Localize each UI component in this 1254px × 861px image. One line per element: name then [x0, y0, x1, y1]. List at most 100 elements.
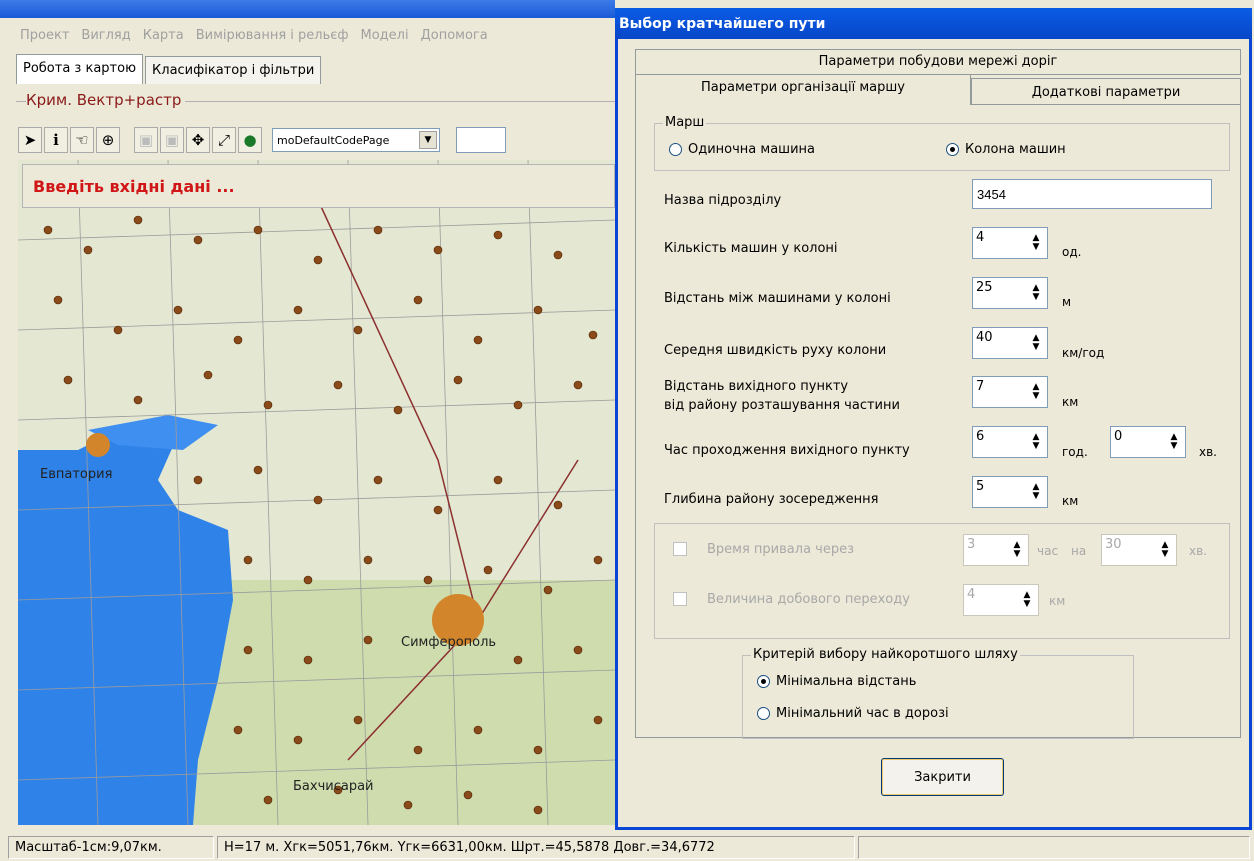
- speed-spinner[interactable]: 40 ▲ ▼: [972, 327, 1048, 359]
- rest-hours-unit: час: [1037, 544, 1059, 558]
- pointer-icon[interactable]: ➤: [18, 127, 42, 153]
- daily-label: Величина добового переходу: [707, 592, 910, 607]
- map-group: Крим. Вектр+растр: [16, 91, 615, 115]
- rest-label: Время привала через: [707, 542, 855, 557]
- zoom-out-arrows-icon[interactable]: ⤢: [212, 127, 236, 153]
- menu-map[interactable]: Карта: [137, 28, 190, 43]
- start-distance-label-1: Відстань вихідного пункту: [664, 379, 849, 394]
- radio-min-distance-label: Мінімальна відстань: [776, 674, 917, 689]
- start-time-minutes-unit: хв.: [1199, 445, 1217, 459]
- daily-checkbox[interactable]: [673, 592, 687, 606]
- distance-unit: м: [1062, 295, 1072, 309]
- rest-hours-value: 3: [967, 537, 976, 552]
- start-distance-spinner[interactable]: 7 ▲ ▼: [972, 376, 1048, 408]
- status-banner-text: Введіть вхідні дані ...: [33, 177, 235, 196]
- vehicles-value: 4: [976, 230, 985, 245]
- spin-arrows-icon[interactable]: ▲ ▼: [1163, 427, 1185, 457]
- criterion-group: Критерій вибору найкоротшого шляху Мінім…: [742, 647, 1134, 739]
- vehicles-spinner[interactable]: 4 ▲ ▼: [972, 227, 1048, 259]
- rest-minutes-spinner[interactable]: 30 ▲ ▼: [1101, 534, 1177, 566]
- menu-measure-relief[interactable]: Вимірювання і рельєф: [190, 28, 355, 43]
- speed-label: Середня швидкість руху колони: [664, 343, 887, 358]
- spin-arrows-icon[interactable]: ▲ ▼: [1006, 535, 1028, 565]
- zoom-box-out-icon[interactable]: ▣: [160, 127, 184, 153]
- start-distance-value: 7: [976, 379, 985, 394]
- unit-name-input[interactable]: [972, 179, 1212, 209]
- map-toolbar: ➤ i ☜ ⊕ ▣ ▣ ✥ ⤢ ● moDefaultCodePage ▼: [18, 124, 615, 156]
- spin-arrows-icon[interactable]: ▲ ▼: [1025, 328, 1047, 358]
- radio-column-dot[interactable]: [946, 143, 959, 156]
- globe-icon[interactable]: ●: [238, 127, 262, 153]
- depth-label: Глибина району зосередження: [664, 492, 879, 507]
- vehicles-unit: од.: [1062, 245, 1082, 259]
- info-icon[interactable]: i: [44, 127, 68, 153]
- depth-value: 5: [976, 479, 985, 494]
- application-window: Проект Вигляд Карта Вимірювання і рельєф…: [0, 0, 1254, 861]
- spin-arrows-icon[interactable]: ▲ ▼: [1025, 427, 1047, 457]
- radio-min-distance-dot[interactable]: [757, 675, 770, 688]
- distance-label: Відстань між машинами у колоні: [664, 291, 891, 306]
- map-canvas[interactable]: Евпатория Симферополь Бахчисарай: [18, 160, 615, 825]
- start-time-hours-spinner[interactable]: 6 ▲ ▼: [972, 426, 1048, 458]
- map-graphic: Евпатория Симферополь Бахчисарай: [18, 160, 615, 825]
- zoom-in-arrows-icon[interactable]: ✥: [186, 127, 210, 153]
- distance-spinner[interactable]: 25 ▲ ▼: [972, 277, 1048, 309]
- shortest-path-dialog: Выбор кратчайшего пути Параметри побудов…: [615, 8, 1252, 830]
- tab-march-organization[interactable]: Параметри організації маршу: [635, 74, 971, 105]
- status-scale: Масштаб-1см:9,07км.: [8, 836, 214, 859]
- radio-single-label: Одиночна машина: [688, 142, 815, 157]
- daily-unit: км: [1049, 594, 1066, 608]
- radio-single-dot[interactable]: [669, 143, 682, 156]
- tab-road-network[interactable]: Параметри побудови мережі доріг: [635, 49, 1241, 75]
- map-label-city2: Симферополь: [401, 635, 496, 650]
- menu-help[interactable]: Допомога: [415, 28, 494, 43]
- tab-map-work[interactable]: Робота з картою: [16, 54, 144, 84]
- march-group: Марш Одиночна машина Колона машин: [654, 115, 1230, 171]
- start-distance-unit: км: [1062, 395, 1079, 409]
- radio-min-time-dot[interactable]: [757, 707, 770, 720]
- rest-minutes-unit: хв.: [1189, 544, 1207, 558]
- start-time-minutes-spinner[interactable]: 0 ▲ ▼: [1110, 426, 1186, 458]
- start-time-minutes-value: 0: [1114, 429, 1123, 444]
- spin-arrows-icon[interactable]: ▲ ▼: [1016, 585, 1038, 615]
- rest-checkbox[interactable]: [673, 542, 687, 556]
- radio-column[interactable]: Колона машин: [946, 142, 1066, 157]
- radio-min-distance[interactable]: Мінімальна відстань: [757, 674, 916, 689]
- rest-on-label: на: [1071, 544, 1087, 558]
- rest-hours-spinner[interactable]: 3 ▲ ▼: [963, 534, 1029, 566]
- tab-classifier[interactable]: Класифікатор і фільтри: [145, 56, 322, 84]
- menu-project[interactable]: Проект: [14, 28, 75, 43]
- speed-value: 40: [976, 330, 993, 345]
- menu-view[interactable]: Вигляд: [75, 28, 136, 43]
- map-label-city3: Бахчисарай: [293, 779, 374, 794]
- tab-additional[interactable]: Додаткові параметри: [971, 78, 1241, 105]
- vehicles-label: Кількість машин у колоні: [664, 241, 838, 256]
- close-button[interactable]: Закрити: [881, 758, 1004, 796]
- depth-spinner[interactable]: 5 ▲ ▼: [972, 476, 1048, 508]
- radio-single-vehicle[interactable]: Одиночна машина: [669, 142, 815, 157]
- spin-arrows-icon[interactable]: ▲ ▼: [1025, 278, 1047, 308]
- statusbar: Масштаб-1см:9,07км. H=17 м. Xгк=5051,76к…: [0, 834, 1254, 861]
- radio-min-time[interactable]: Мінімальний час в дорозі: [757, 706, 949, 721]
- hand-pan-icon[interactable]: ☜: [70, 127, 94, 153]
- start-time-hours-value: 6: [976, 429, 985, 444]
- toolbar-input[interactable]: [456, 127, 506, 153]
- rest-group: Время привала через 3 ▲ ▼ час на 30 ▲ ▼ хв…: [654, 523, 1230, 639]
- chevron-down-icon[interactable]: ▼: [419, 131, 437, 149]
- march-group-title: Марш: [663, 115, 707, 130]
- menu-models[interactable]: Моделі: [355, 28, 415, 43]
- zoom-in-icon[interactable]: ⊕: [96, 127, 120, 153]
- status-coords: H=17 м. Xгк=5051,76км. Yгк=6631,00км. Шр…: [217, 836, 855, 859]
- map-label-city1: Евпатория: [40, 467, 112, 482]
- spin-arrows-icon[interactable]: ▲ ▼: [1154, 535, 1176, 565]
- zoom-box-icon[interactable]: ▣: [134, 127, 158, 153]
- menubar: Проект Вигляд Карта Вимірювання і рельєф…: [0, 22, 615, 48]
- speed-unit: км/год: [1062, 346, 1105, 360]
- codepage-select[interactable]: moDefaultCodePage ▼: [272, 128, 440, 152]
- spin-arrows-icon[interactable]: ▲ ▼: [1025, 228, 1047, 258]
- daily-spinner[interactable]: 4 ▲ ▼: [963, 584, 1039, 616]
- spin-arrows-icon[interactable]: ▲ ▼: [1025, 477, 1047, 507]
- spin-arrows-icon[interactable]: ▲ ▼: [1025, 377, 1047, 407]
- status-empty: [858, 836, 1250, 859]
- dialog-title: Выбор кратчайшего пути: [615, 8, 1252, 39]
